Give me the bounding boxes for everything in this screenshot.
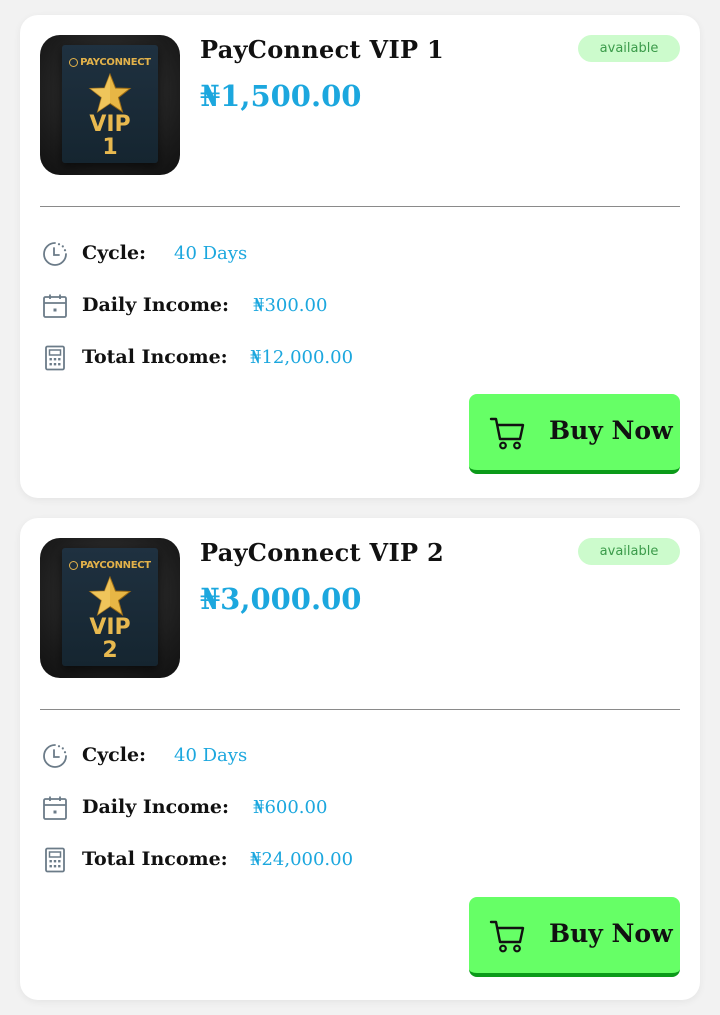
clock-icon <box>43 242 67 266</box>
calculator-icon <box>45 345 65 371</box>
status-badge: available <box>578 35 680 62</box>
clock-icon <box>43 744 67 768</box>
divider <box>40 206 680 207</box>
daily-income-row: Daily Income: ₦300.00 <box>40 291 640 321</box>
star-icon <box>88 73 132 114</box>
total-income-value: ₦12,000.00 <box>250 347 354 368</box>
brand-logo-icon <box>69 561 79 570</box>
buy-now-button[interactable]: Buy Now <box>469 897 680 977</box>
daily-income-label: Daily Income: <box>82 294 230 316</box>
thumb-vip-text: VIP 2 <box>89 615 131 663</box>
cycle-label: Cycle: <box>82 744 147 766</box>
cycle-row: Cycle: 40 Days <box>40 741 640 771</box>
buy-now-label: Buy Now <box>549 416 673 445</box>
cart-icon <box>489 920 525 953</box>
total-income-row: Total Income: ₦12,000.00 <box>40 343 640 373</box>
vip-card-graphic: PAYCONNECT VIP 1 <box>62 45 158 163</box>
total-income-value: ₦24,000.00 <box>250 849 354 870</box>
daily-income-value: ₦300.00 <box>253 295 328 316</box>
brand-logo-icon <box>69 58 79 67</box>
vip-card-graphic: PAYCONNECT VIP 2 <box>62 548 158 666</box>
daily-income-value: ₦600.00 <box>253 797 328 818</box>
cycle-row: Cycle: 40 Days <box>40 239 640 269</box>
total-income-label: Total Income: <box>82 346 228 368</box>
calculator-icon <box>45 847 65 873</box>
thumb-vip-text: VIP 1 <box>89 112 131 160</box>
thumb-brand: PAYCONNECT <box>62 57 158 68</box>
product-price: ₦3,000.00 <box>200 582 362 616</box>
total-income-label: Total Income: <box>82 848 228 870</box>
buy-now-label: Buy Now <box>549 919 673 948</box>
total-income-row: Total Income: ₦24,000.00 <box>40 845 640 875</box>
status-badge: available <box>578 538 680 565</box>
calendar-icon <box>43 796 67 820</box>
product-title: PayConnect VIP 1 <box>200 35 444 64</box>
product-card: PAYCONNECT VIP 1 PayConnect VIP 1 ₦1,500… <box>20 15 700 498</box>
star-icon <box>88 576 132 617</box>
cycle-value: 40 Days <box>174 745 248 766</box>
product-title: PayConnect VIP 2 <box>200 538 444 567</box>
cart-icon <box>489 417 525 450</box>
cycle-value: 40 Days <box>174 243 248 264</box>
thumb-brand: PAYCONNECT <box>62 560 158 571</box>
divider <box>40 709 680 710</box>
product-price: ₦1,500.00 <box>200 79 362 113</box>
daily-income-row: Daily Income: ₦600.00 <box>40 793 640 823</box>
product-card: PAYCONNECT VIP 2 PayConnect VIP 2 ₦3,000… <box>20 518 700 1000</box>
product-image: PAYCONNECT VIP 1 <box>40 35 180 175</box>
product-image: PAYCONNECT VIP 2 <box>40 538 180 678</box>
calendar-icon <box>43 294 67 318</box>
daily-income-label: Daily Income: <box>82 796 230 818</box>
buy-now-button[interactable]: Buy Now <box>469 394 680 474</box>
cycle-label: Cycle: <box>82 242 147 264</box>
